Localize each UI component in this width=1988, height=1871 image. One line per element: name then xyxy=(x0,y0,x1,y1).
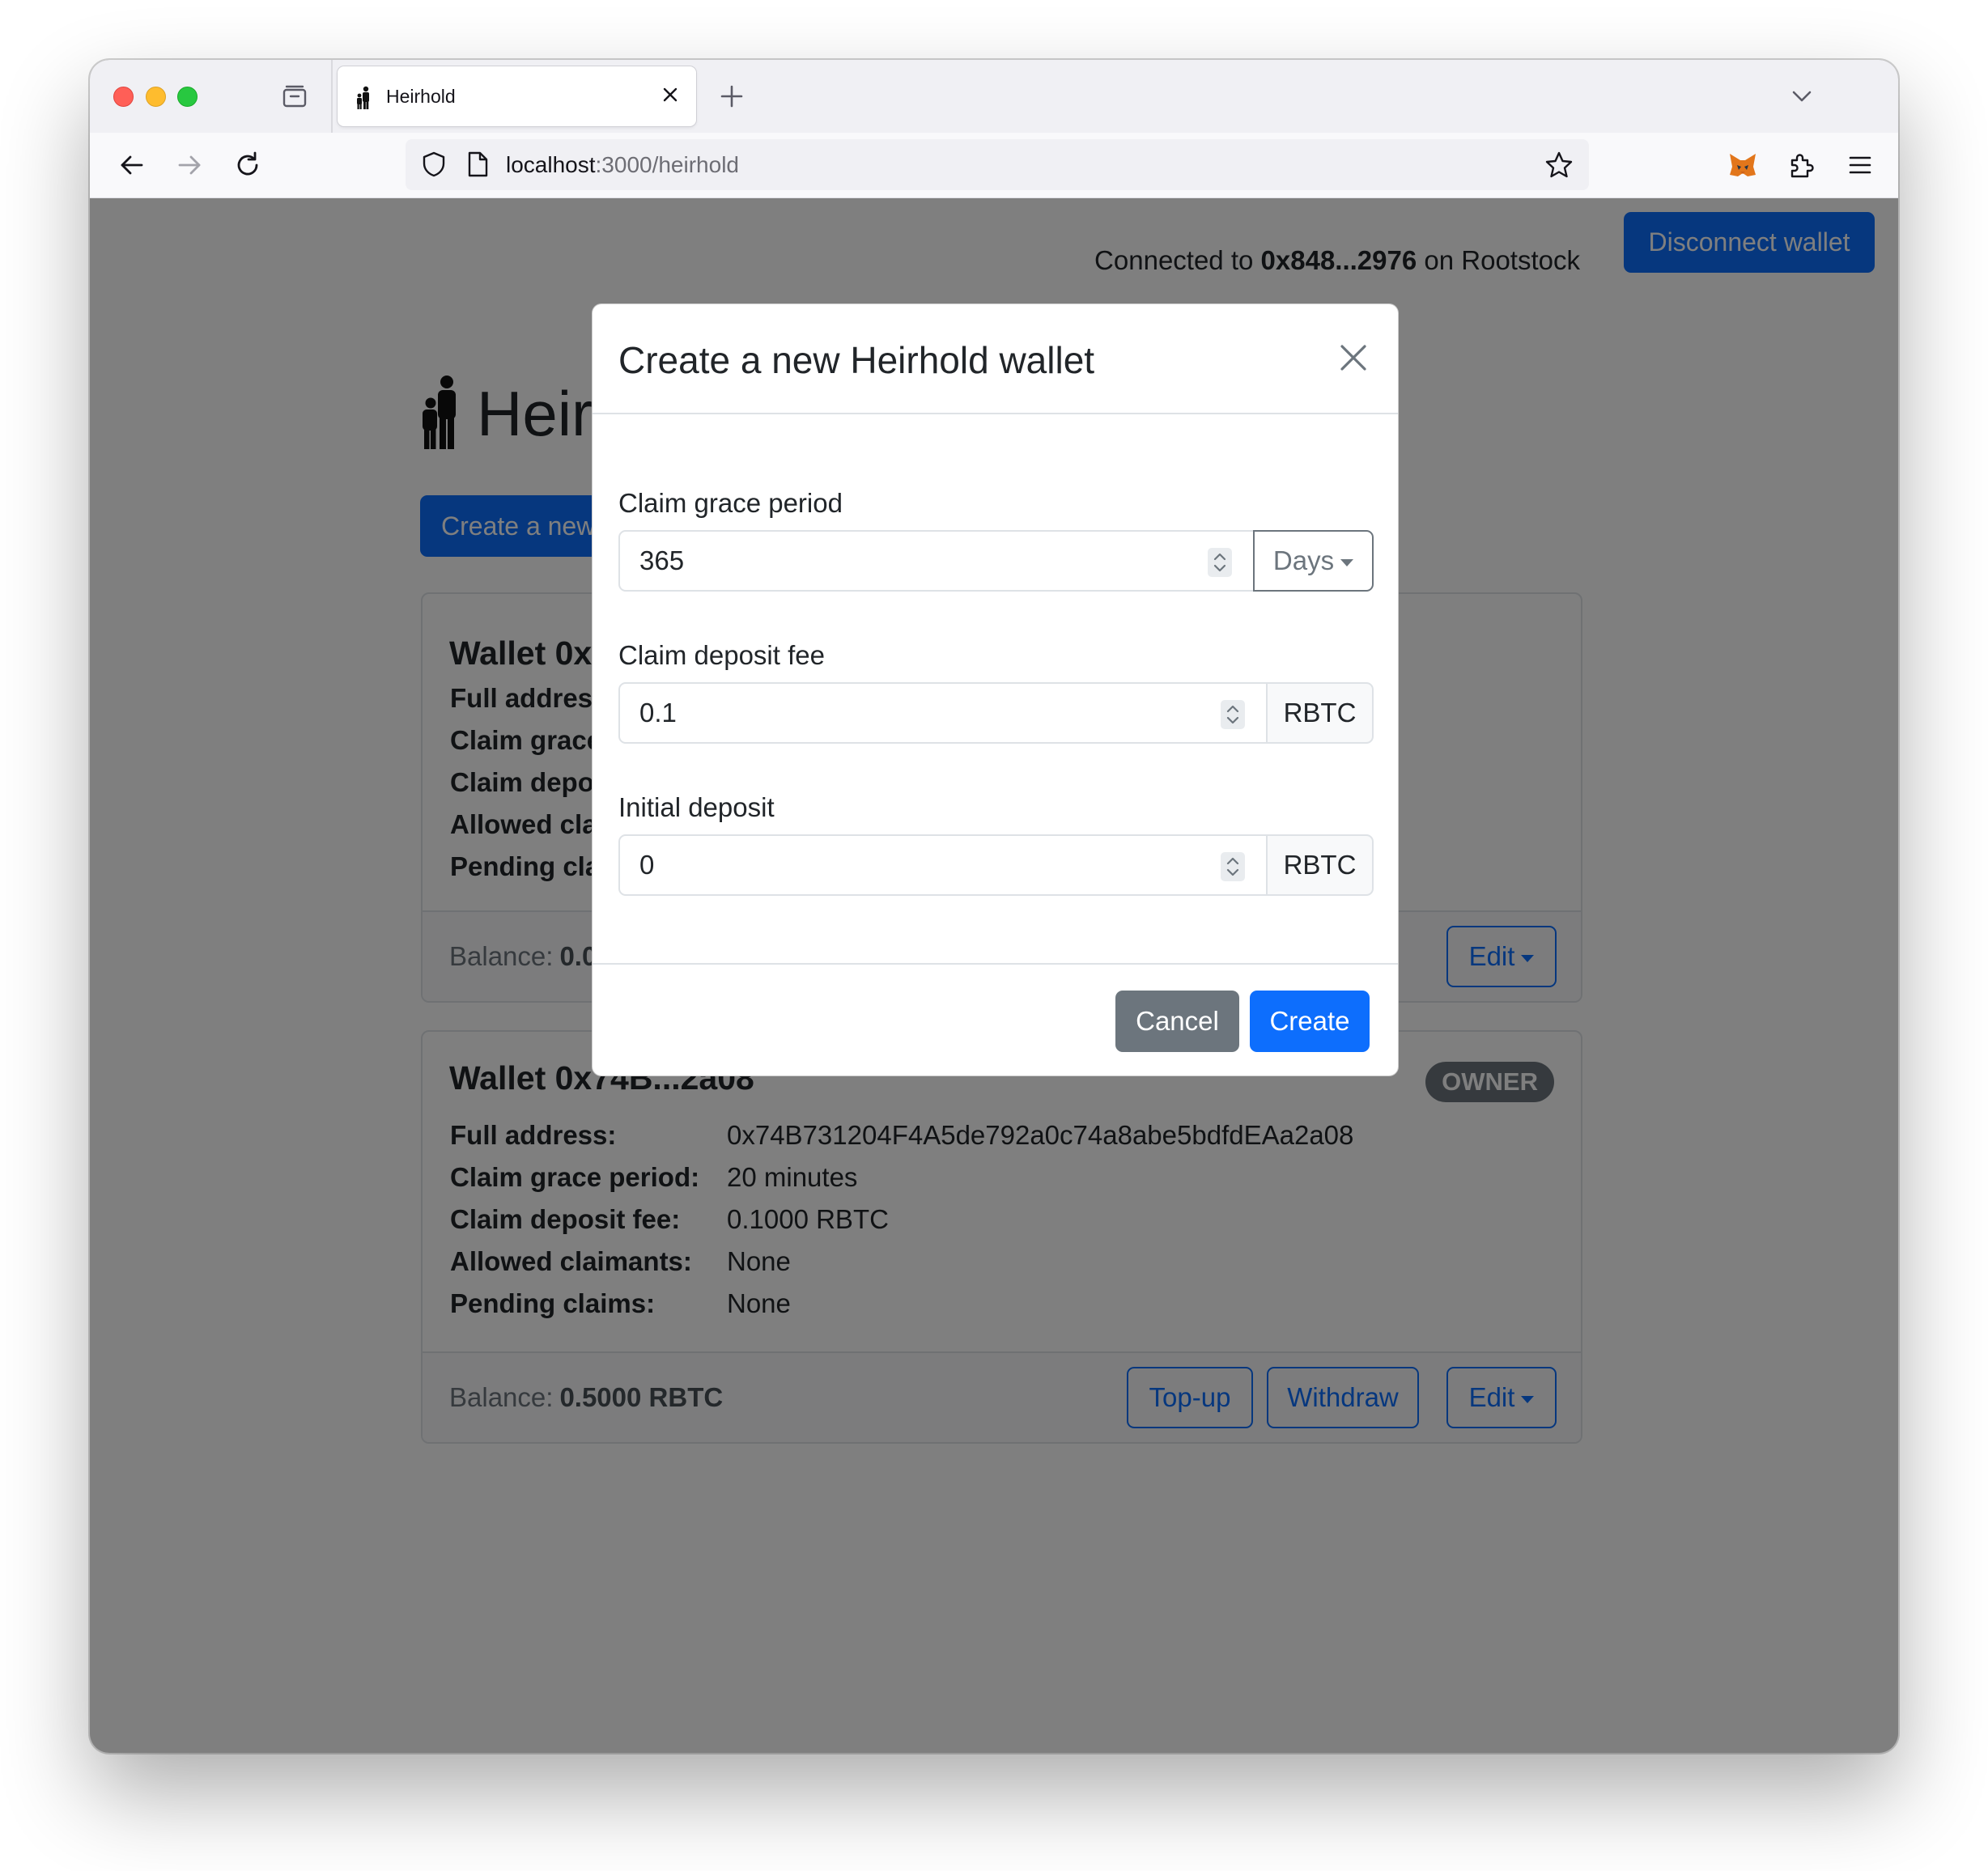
chevron-down-icon[interactable] xyxy=(1790,84,1814,108)
grace-period-label: Claim grace period xyxy=(618,488,843,518)
close-window-button[interactable] xyxy=(113,87,134,107)
initial-deposit-input-group: 0 RBTC xyxy=(618,834,1374,896)
initial-deposit-input[interactable]: 0 xyxy=(618,834,1268,896)
grace-period-input-group: 365 Days xyxy=(618,530,1374,592)
create-wallet-modal: Create a new Heirhold wallet Claim grace… xyxy=(592,303,1399,1076)
deposit-fee-unit: RBTC xyxy=(1268,682,1374,744)
url-path: :3000/heirhold xyxy=(595,152,739,177)
reload-icon[interactable] xyxy=(232,149,264,181)
deposit-fee-value: 0.1 xyxy=(639,698,677,728)
minimize-window-button[interactable] xyxy=(146,87,166,107)
page-content: Connected to 0x848...2976 on Rootstock D… xyxy=(90,198,1898,1753)
deposit-fee-label: Claim deposit fee xyxy=(618,640,825,670)
tab-bar: Heirhold xyxy=(90,60,1898,133)
create-button[interactable]: Create xyxy=(1250,991,1370,1052)
modal-title: Create a new Heirhold wallet xyxy=(618,339,1095,381)
url-text[interactable]: localhost:3000/heirhold xyxy=(506,152,739,178)
family-favicon-icon xyxy=(357,86,369,109)
extensions-puzzle-icon[interactable] xyxy=(1785,149,1817,181)
caret-down-icon xyxy=(1340,558,1354,566)
initial-deposit-value: 0 xyxy=(639,850,655,880)
deposit-fee-input[interactable]: 0.1 xyxy=(618,682,1268,744)
modal-footer: Cancel Create xyxy=(593,963,1398,1076)
address-bar[interactable]: localhost:3000/heirhold xyxy=(406,139,1589,190)
tab-separator xyxy=(331,60,333,133)
deposit-fee-input-group: 0.1 RBTC xyxy=(618,682,1374,744)
initial-deposit-label: Initial deposit xyxy=(618,792,775,822)
bookmark-star-icon[interactable] xyxy=(1544,151,1574,180)
url-host: localhost xyxy=(506,152,596,177)
number-spinner-icon[interactable] xyxy=(1208,548,1232,577)
metamask-fox-icon[interactable] xyxy=(1727,149,1759,181)
shield-icon[interactable] xyxy=(420,151,448,178)
close-icon[interactable] xyxy=(1336,340,1371,375)
back-arrow-icon[interactable] xyxy=(116,149,148,181)
number-spinner-icon[interactable] xyxy=(1221,700,1245,729)
grace-unit-dropdown[interactable]: Days xyxy=(1253,530,1374,592)
modal-header: Create a new Heirhold wallet xyxy=(593,304,1398,414)
hamburger-menu-icon[interactable] xyxy=(1844,149,1876,181)
grace-period-value: 365 xyxy=(639,545,685,575)
maximize-window-button[interactable] xyxy=(177,87,198,107)
initial-deposit-unit: RBTC xyxy=(1268,834,1374,896)
browser-window: Heirhold localhost:3000/heirhold Create … xyxy=(90,60,1898,1753)
number-spinner-icon[interactable] xyxy=(1221,852,1245,881)
close-tab-icon[interactable] xyxy=(658,83,682,107)
cancel-button[interactable]: Cancel xyxy=(1115,991,1239,1052)
grace-unit-value: Days xyxy=(1272,545,1335,575)
tab-overview-icon[interactable] xyxy=(281,83,308,110)
tab-title: Heirhold xyxy=(386,86,456,107)
navigation-bar: localhost:3000/heirhold xyxy=(90,133,1898,198)
browser-tab-heirhold[interactable]: Heirhold xyxy=(338,66,696,126)
grace-period-input[interactable]: 365 xyxy=(618,530,1255,592)
forward-arrow-icon[interactable] xyxy=(173,149,206,181)
new-tab-icon[interactable] xyxy=(718,83,746,110)
page-icon[interactable] xyxy=(465,151,490,178)
